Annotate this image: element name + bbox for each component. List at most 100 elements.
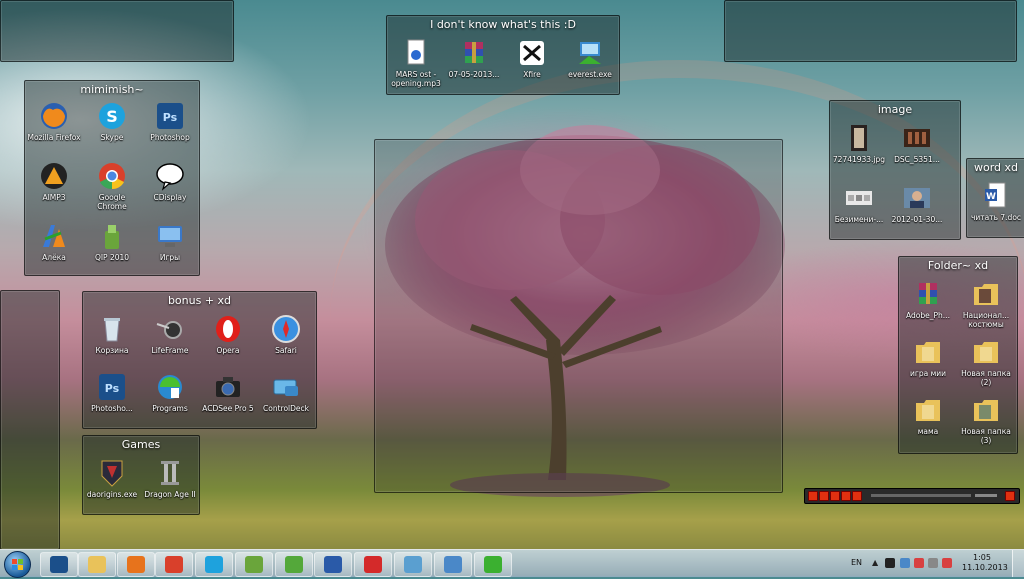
icon-label: QIP 2010 [94,253,130,262]
taskbar-button-explorer[interactable] [78,552,116,577]
show-desktop-button[interactable] [1012,550,1024,577]
desktop-icon-controldeck[interactable]: ControlDeck [257,372,315,413]
play-button[interactable] [819,491,829,501]
utorrent-icon [285,556,303,573]
pause-button[interactable] [830,491,840,501]
desktop-icon-programs[interactable]: Programs [141,372,199,413]
chrome-icon [165,556,183,573]
dragon-age-icon [97,458,127,488]
desktop-icon-image-1[interactable]: 72741933.jpg [830,123,888,164]
empty-fence-center[interactable] [374,139,783,493]
empty-fence-top-left[interactable] [0,0,234,62]
taskbar-button-daemon[interactable] [354,552,392,577]
tray-expand-icon[interactable]: ▲ [872,558,878,567]
desktop-icon-aimp[interactable]: AIMP3 [25,161,83,202]
taskbar-button-app-blue[interactable] [394,552,432,577]
previous-button[interactable] [808,491,818,501]
taskbar-button-firefox[interactable] [117,552,155,577]
next-button[interactable] [852,491,862,501]
tray-network-icon[interactable] [900,558,910,568]
tray-antivirus-icon[interactable] [942,558,952,568]
desktop-icon-lifeframe[interactable]: LifeFrame [141,314,199,355]
desktop-icon-opera[interactable]: Opera [199,314,257,355]
controldeck-icon [271,372,301,402]
taskbar-button-photoshop[interactable] [40,552,78,577]
photoshop-icon [50,556,68,573]
desktop-icon-adobe-archive[interactable]: Adobe_Ph... [899,279,957,320]
taskbar-button-utorrent[interactable] [275,552,313,577]
desktop-icon-photoshop-2[interactable]: Ps Photosho... [83,372,141,413]
desktop-icon-folder-new-3[interactable]: Новая папка (3) [957,395,1015,445]
image-thumbnail-icon [844,123,874,153]
taskbar-button-qip[interactable] [235,552,273,577]
desktop-icon-xfire[interactable]: Xfire [503,38,561,79]
fence-mimimish[interactable]: mimimish~ Mozilla Firefox S Skype Ps Pho… [24,80,200,276]
seek-bar[interactable] [871,494,971,497]
icon-label: LifeFrame [151,346,189,355]
desktop-icon-everest[interactable]: everest.exe [561,38,619,79]
desktop-icon-recycle-bin[interactable]: Корзина [83,314,141,355]
taskbar-button-chrome[interactable] [155,552,193,577]
empty-fence-top-right[interactable] [724,0,1017,62]
fence-bonus[interactable]: bonus + xd Корзина LifeFrame Opera Safar… [82,291,317,429]
qip-icon [245,556,263,573]
icon-label: everest.exe [568,70,612,79]
photoshop-icon: Ps [155,101,185,131]
fence-folder[interactable]: Folder~ xd Adobe_Ph... Национал... костю… [898,256,1018,454]
desktop-icon-photoshop[interactable]: Ps Photoshop [141,101,199,142]
desktop-icon-image-4[interactable]: 2012-01-30... [888,183,946,224]
icon-label: 2012-01-30... [891,215,943,224]
icon-label: Google Chrome [97,193,127,211]
system-clock[interactable]: 1:05 11.10.2013 [962,553,1008,573]
fence-unknown[interactable]: I don't know what's this :D MARS ost - o… [386,15,620,95]
firefox-icon [39,101,69,131]
icon-label: игра мии [910,369,946,378]
tray-app-icon[interactable] [885,558,895,568]
folder-icon [913,395,943,425]
taskbar-button-word[interactable] [314,552,352,577]
desktop-icon-qip[interactable]: QIP 2010 [83,221,141,262]
desktop-icon-folder-game[interactable]: игра мии [899,337,957,378]
desktop-icon-archive[interactable]: 07-05-2013... [445,38,503,79]
desktop-icon-safari[interactable]: Safari [257,314,315,355]
desktop-icon-firefox[interactable]: Mozilla Firefox [25,101,83,142]
desktop-icon-folder-new-2[interactable]: Новая папка (2) [957,337,1015,387]
image-thumbnail-icon [902,183,932,213]
desktop-icon-chrome[interactable]: Google Chrome [83,161,141,211]
fence-word[interactable]: word xd W читать 7.doc [966,158,1024,238]
taskbar-button-everest[interactable] [474,552,512,577]
language-indicator[interactable]: EN [851,558,862,567]
desktop-icon-dragon-age-2[interactable]: Dragon Age II [141,458,199,499]
winrar-icon [913,279,943,309]
icon-label: мама [917,427,939,436]
desktop-icon-folder-costumes[interactable]: Национал... костюмы [957,279,1015,329]
volume-slider[interactable] [975,494,997,497]
tray-volume-icon[interactable] [928,558,938,568]
desktop-icon-acdsee[interactable]: ACDSee Pro 5 [199,372,257,413]
chrome-icon [97,161,127,191]
desktop-icon-image-2[interactable]: DSC_5351... [888,123,946,164]
fence-games[interactable]: Games daorigins.exe Dragon Age II [82,435,200,515]
fence-image[interactable]: image 72741933.jpg DSC_5351... Безимени-… [829,100,961,240]
icon-label: Алёка [42,253,66,262]
stop-button[interactable] [841,491,851,501]
desktop-icon-image-3[interactable]: Безимени-... [830,183,888,224]
desktop-icon-games[interactable]: Игры [141,221,199,262]
desktop-icon-word-doc[interactable]: W читать 7.doc [967,181,1024,222]
audio-file-icon [401,38,431,68]
media-player-widget[interactable] [804,488,1020,504]
empty-fence-left[interactable] [0,290,60,550]
desktop-icon-skype[interactable]: S Skype [83,101,141,142]
desktop-icon-mars-ost[interactable]: MARS ost - opening.mp3 [387,38,445,88]
close-player-button[interactable] [1005,491,1015,501]
desktop-icon-aleka[interactable]: Алёка [25,221,83,262]
taskbar-button-app-screen[interactable] [434,552,472,577]
start-button[interactable] [4,551,31,578]
clock-date: 11.10.2013 [962,563,1008,572]
desktop-icon-folder-mama[interactable]: мама [899,395,957,436]
desktop-icon-daorigins[interactable]: daorigins.exe [83,458,141,499]
folder-icon [971,279,1001,309]
taskbar-button-skype[interactable] [195,552,233,577]
tray-flag-icon[interactable] [914,558,924,568]
desktop-icon-cdisplay[interactable]: CDisplay [141,161,199,202]
